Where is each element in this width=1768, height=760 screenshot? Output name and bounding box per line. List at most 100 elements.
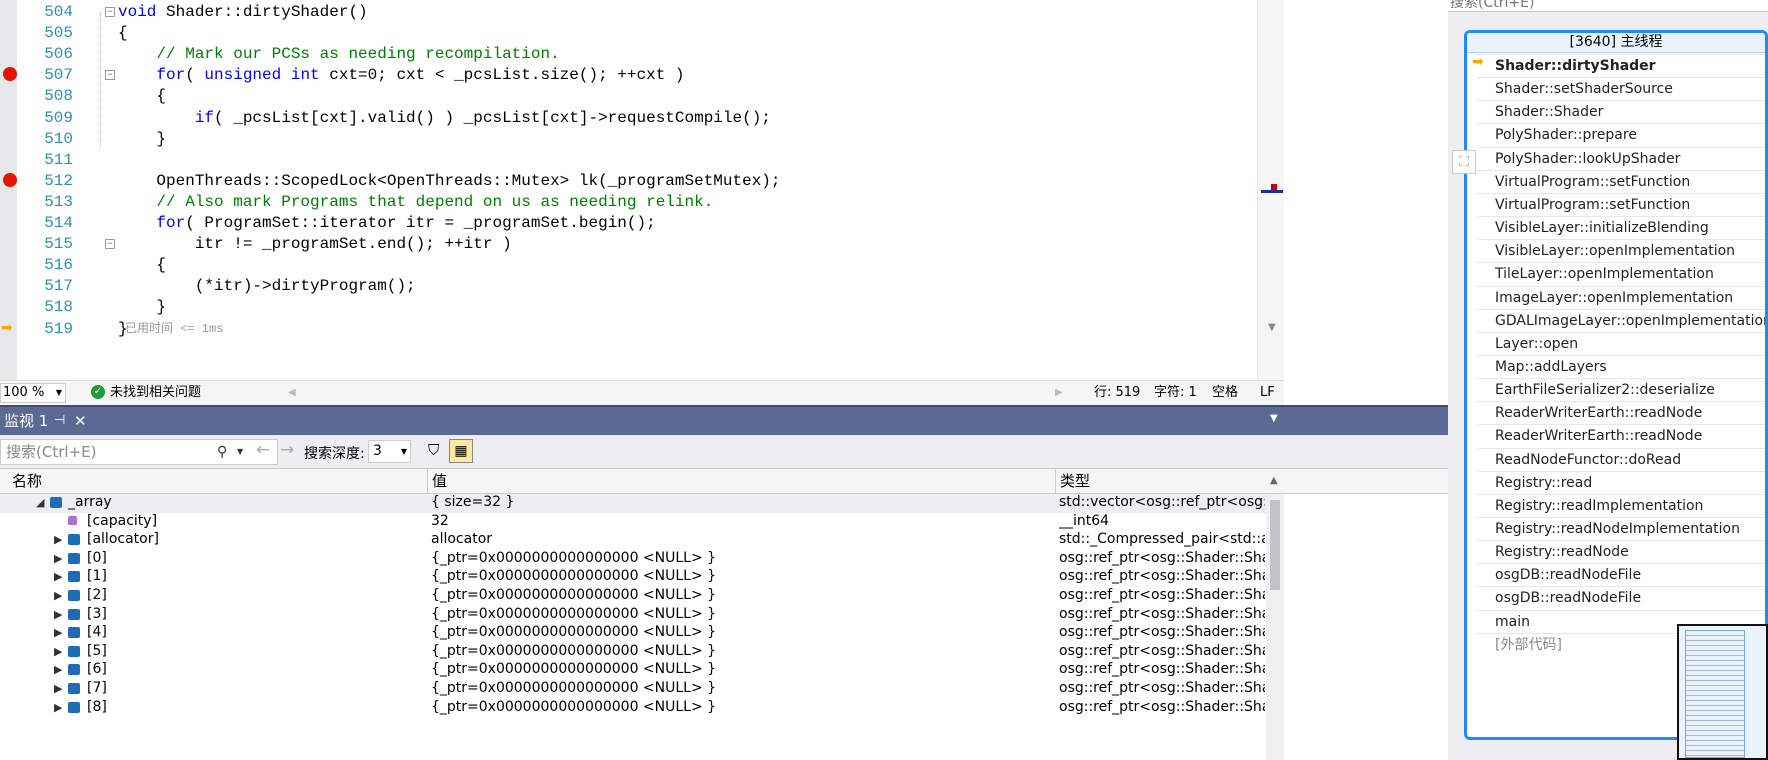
stack-frame[interactable]: Registry::read xyxy=(1495,470,1592,496)
stack-frame[interactable]: [外部代码] xyxy=(1495,632,1562,658)
chevron-down-icon: ▼ xyxy=(55,388,62,397)
scroll-left-icon[interactable]: ◀ xyxy=(288,381,296,405)
search-depth-value: 3 xyxy=(373,443,382,459)
stack-frame[interactable]: ReaderWriterEarth::readNode xyxy=(1495,400,1702,426)
stack-frame[interactable]: osgDB::readNodeFile xyxy=(1495,585,1641,611)
stack-frame[interactable]: TileLayer::openImplementation xyxy=(1495,261,1714,287)
variable-icon xyxy=(68,645,80,657)
stack-frame[interactable]: Layer::open xyxy=(1495,331,1578,357)
stack-frame[interactable]: Registry::readNode xyxy=(1495,539,1629,565)
stack-frame[interactable]: ImageLayer::openImplementation xyxy=(1495,285,1733,311)
stack-search-input[interactable]: 搜索(Ctrl+E) xyxy=(1448,0,1768,12)
fold-toggle-icon[interactable]: − xyxy=(105,70,115,81)
variable-icon xyxy=(68,683,80,694)
scroll-down-icon[interactable]: ▼ xyxy=(1268,322,1276,333)
variable-icon xyxy=(68,590,80,601)
watch-panel: 监视 1 ⊣ ✕ ▼ 搜索(Ctrl+E) ⚲ ▼ ← → 搜索深度: 3 ▼ … xyxy=(0,405,1448,760)
stack-frame[interactable]: VisibleLayer::initializeBlending xyxy=(1495,215,1709,241)
issues-status[interactable]: 未找到相关问题 xyxy=(110,381,201,405)
stack-frame[interactable]: Shader::Shader xyxy=(1495,99,1603,125)
variable-icon xyxy=(68,608,80,620)
watch-name-cell: [8] xyxy=(87,698,107,715)
watch-search-placeholder: 搜索(Ctrl+E) xyxy=(6,443,97,461)
watch-tab-label: 监视 1 xyxy=(4,412,49,430)
stack-frame[interactable]: osgDB::readNodeFile xyxy=(1495,562,1641,588)
fold-toggle-icon[interactable]: − xyxy=(105,239,115,250)
panel-menu-chevron-icon[interactable]: ▼ xyxy=(1270,413,1278,424)
watch-title-bar: 监视 1 ⊣ ✕ ▼ xyxy=(0,405,1448,435)
stack-frame[interactable]: PolyShader::lookUpShader xyxy=(1495,146,1680,172)
current-line-arrow-icon: ➡ xyxy=(1,320,13,336)
scroll-up-icon[interactable]: ▲ xyxy=(1270,469,1278,493)
stack-frame[interactable]: GDALImageLayer::openImplementation xyxy=(1495,308,1765,334)
variable-icon xyxy=(68,552,80,564)
stack-frame[interactable]: PolyShader::prepare xyxy=(1495,122,1637,148)
stack-frame[interactable]: ReaderWriterEarth::readNode xyxy=(1495,423,1702,449)
search-depth-select[interactable]: 3 ▼ xyxy=(368,440,411,463)
close-icon[interactable]: ✕ xyxy=(74,407,87,435)
search-icon[interactable]: ⚲ xyxy=(217,440,227,464)
variable-icon xyxy=(68,515,77,525)
zoom-select[interactable]: 100 % ▼ xyxy=(0,383,66,403)
check-icon: ✓ xyxy=(91,385,105,399)
column-header-type[interactable]: 类型 xyxy=(1060,469,1090,493)
column-header-value[interactable]: 值 xyxy=(432,469,447,493)
stack-frame[interactable]: VirtualProgram::setFunction xyxy=(1495,169,1690,195)
stack-frame[interactable]: Shader::setShaderSource xyxy=(1495,76,1673,102)
spacing-indicator[interactable]: 空格 xyxy=(1212,381,1238,405)
watch-grid-header: 名称 值 类型 ▲ xyxy=(0,469,1448,494)
chevron-down-icon: ▼ xyxy=(400,447,407,456)
mini-map-thumbnail[interactable] xyxy=(1677,624,1768,760)
watch-type-cell: osg::ref_ptr<osg::Shader::ShaderO... xyxy=(1059,698,1265,715)
watch-value-cell[interactable]: {_ptr=0x0000000000000000 <NULL> } xyxy=(431,697,716,718)
chevron-down-icon[interactable]: ▼ xyxy=(237,440,243,464)
watch-vertical-scrollbar[interactable] xyxy=(1266,494,1284,760)
stack-frame[interactable]: VisibleLayer::openImplementation xyxy=(1495,238,1735,264)
stack-frame[interactable]: Registry::readImplementation xyxy=(1495,493,1703,519)
code-editor[interactable]: ➡ 504− void Shader::dirtyShader() 505{506 … xyxy=(0,0,1284,380)
watch-row[interactable]: ▶ [8] {_ptr=0x0000000000000000 <NULL> } osg… xyxy=(0,697,1270,718)
fold-toggle-icon[interactable]: − xyxy=(105,7,115,17)
code-lines: 504− void Shader::dirtyShader() 505{506 //… xyxy=(17,0,1257,380)
scroll-right-icon[interactable]: ▶ xyxy=(1055,381,1063,405)
column-header-name[interactable]: 名称 xyxy=(12,469,42,493)
forward-arrow-icon[interactable]: → xyxy=(280,440,294,460)
code-line[interactable]: 519} 已用时间 <= 1ms xyxy=(17,317,1257,341)
elapsed-time-hint: 已用时间 <= 1ms xyxy=(125,321,224,336)
variable-icon xyxy=(68,664,80,676)
stack-frame[interactable]: EarthFileSerializer2::deserialize xyxy=(1495,377,1715,403)
variable-icon xyxy=(68,701,80,713)
variable-icon xyxy=(68,534,80,546)
watch-rows: ◢ _array{ size=32 } std::vector<osg::ref_p… xyxy=(0,494,1270,760)
editor-status-bar: 100 % ▼ ✓ 未找到相关问题 ◀ ▶ 行: 519 字符: 1 空格 LF xyxy=(0,380,1284,405)
editor-vertical-scrollbar[interactable]: ▼ xyxy=(1257,0,1284,380)
stack-frame[interactable]: Shader::dirtyShader xyxy=(1495,53,1656,79)
breakpoint-icon[interactable] xyxy=(3,173,17,187)
back-arrow-icon[interactable]: ← xyxy=(256,440,270,460)
filter-icon[interactable]: ⛉ xyxy=(428,441,439,459)
column-indicator[interactable]: 字符: 1 xyxy=(1154,381,1197,405)
tab-watch-1[interactable]: 监视 1 ⊣ ✕ xyxy=(0,407,108,435)
search-depth-label: 搜索深度: xyxy=(304,446,365,462)
watch-search-input[interactable]: 搜索(Ctrl+E) ⚲ ▼ xyxy=(0,439,278,465)
stack-search-placeholder: 搜索(Ctrl+E) xyxy=(1450,0,1535,11)
pin-icon[interactable]: ⊣ xyxy=(54,407,65,435)
line-number: 519 xyxy=(44,319,73,338)
view-toggle-icon[interactable]: ▦ xyxy=(449,439,473,463)
expand-toggle-icon[interactable]: ▶ xyxy=(54,697,62,718)
thread-title: [3640] 主线程 xyxy=(1467,33,1765,53)
stack-frame[interactable]: VirtualProgram::setFunction xyxy=(1495,192,1690,218)
stack-frame[interactable]: Registry::readNodeImplementation xyxy=(1495,516,1740,542)
zoom-value: 100 % xyxy=(3,385,45,400)
watch-toolbar: 搜索(Ctrl+E) ⚲ ▼ ← → 搜索深度: 3 ▼ ⛉ ▦ xyxy=(0,435,1448,469)
eol-indicator[interactable]: LF xyxy=(1260,381,1275,405)
expand-view-icon[interactable]: ⛶ xyxy=(1452,150,1476,174)
breakpoint-icon[interactable] xyxy=(3,67,17,81)
variable-icon xyxy=(68,627,80,639)
stack-frame[interactable]: Map::addLayers xyxy=(1495,354,1607,380)
stack-frame[interactable]: ReadNodeFunctor::doRead xyxy=(1495,447,1681,473)
variable-icon xyxy=(50,497,62,508)
variable-icon xyxy=(68,571,80,583)
line-indicator[interactable]: 行: 519 xyxy=(1094,381,1140,405)
stack-frame[interactable]: main xyxy=(1495,609,1530,635)
